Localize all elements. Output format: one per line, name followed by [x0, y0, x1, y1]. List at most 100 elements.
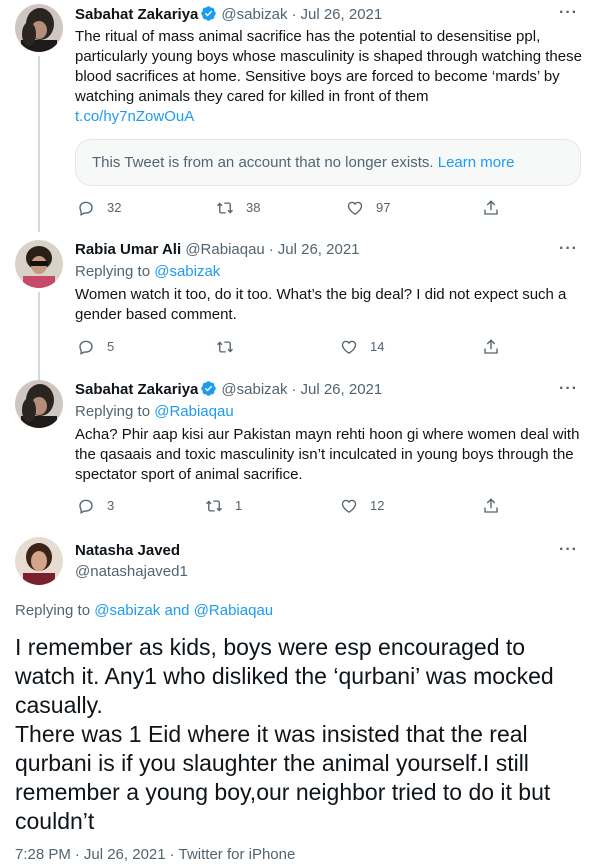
replying-to-link[interactable]: @Rabiaqau: [154, 403, 233, 420]
like-button[interactable]: 14: [340, 337, 384, 357]
more-dots-icon[interactable]: ···: [559, 541, 578, 559]
display-name[interactable]: Rabia Umar Ali: [75, 241, 181, 258]
heart-icon: [341, 499, 357, 514]
replying-and: and: [164, 602, 190, 619]
tweet-text: Women watch it too, do it too. What’s th…: [75, 286, 567, 323]
avatar-image: [15, 380, 63, 428]
handle[interactable]: @Rabiaqau: [185, 241, 264, 258]
replying-to-link[interactable]: @sabizak: [154, 263, 220, 280]
display-name[interactable]: Sabahat Zakariya: [75, 381, 198, 398]
separator: ·: [74, 846, 80, 863]
like-button[interactable]: 97: [346, 198, 390, 218]
thread-connector: [38, 292, 40, 380]
thread-connector: [38, 56, 40, 232]
replying-prefix: Replying to: [15, 602, 91, 619]
reply-bubble-icon: [79, 499, 93, 514]
handle[interactable]: @sabizak: [221, 381, 287, 398]
replying-to: Replying to @sabizak: [75, 262, 220, 282]
share-button[interactable]: [482, 198, 500, 218]
tweet-link[interactable]: t.co/hy7nZowOuA: [75, 108, 194, 125]
replying-to-link-2[interactable]: @Rabiaqau: [194, 602, 273, 619]
retweet-icon: [217, 341, 233, 353]
learn-more-link[interactable]: Learn more: [438, 154, 515, 171]
tweet-date[interactable]: Jul 26, 2021: [301, 6, 383, 23]
avatar-image: [15, 4, 63, 52]
more-dots-icon[interactable]: ···: [559, 4, 578, 22]
reply-bubble-icon: [79, 340, 93, 355]
reply-button[interactable]: 5: [77, 337, 114, 357]
avatar-natasha[interactable]: [15, 537, 63, 585]
separator: ·: [169, 846, 175, 863]
reply-count: 5: [107, 339, 115, 354]
avatar-sabahat[interactable]: [15, 380, 63, 428]
tweet-3[interactable]: Sabahat Zakariya @sabizak · Jul 26, 2021 ··…: [0, 372, 594, 527]
tweet-header: Rabia Umar Ali @Rabiaqau · Jul 26, 2021: [75, 240, 360, 260]
separator: ·: [291, 6, 297, 23]
tweet-date[interactable]: Jul 26, 2021: [84, 846, 166, 863]
main-tweet-text: I remember as kids, boys were esp encour…: [15, 633, 585, 836]
handle[interactable]: @natashajaved1: [75, 562, 188, 582]
share-button[interactable]: [482, 337, 500, 357]
retweet-icon: [206, 500, 222, 512]
display-name[interactable]: Sabahat Zakariya: [75, 6, 198, 23]
reply-button[interactable]: 3: [77, 496, 114, 516]
tweet-text: Acha? Phir aap kisi aur Pakistan mayn re…: [75, 426, 580, 483]
tweet-header: Sabahat Zakariya @sabizak · Jul 26, 2021: [75, 5, 382, 28]
more-dots-icon[interactable]: ···: [559, 380, 578, 398]
retweet-count: 38: [246, 200, 261, 215]
like-count: 14: [370, 339, 385, 354]
replying-prefix: Replying to: [75, 263, 151, 280]
tweet-actions: 32 38 97: [75, 198, 505, 218]
avatar-sabahat[interactable]: [15, 4, 63, 52]
heart-icon: [341, 340, 357, 355]
notice-text: This Tweet is from an account that no lo…: [92, 154, 434, 171]
replying-to-link-1[interactable]: @sabizak: [94, 602, 160, 619]
tweet-actions: 5 14: [75, 337, 505, 357]
share-button[interactable]: [482, 496, 500, 516]
separator: ·: [268, 241, 274, 258]
reply-bubble-icon: [79, 201, 93, 216]
like-count: 97: [376, 200, 391, 215]
tweet-text-content: The ritual of mass animal sacrifice has …: [75, 28, 582, 105]
reply-count: 3: [107, 498, 115, 513]
handle[interactable]: @sabizak: [221, 6, 287, 23]
tweet-source[interactable]: Twitter for iPhone: [179, 846, 296, 863]
retweet-button[interactable]: 38: [216, 198, 260, 218]
replying-to: Replying to @sabizak and @Rabiaqau: [15, 601, 273, 621]
verified-badge-icon: [200, 5, 217, 28]
retweet-button[interactable]: [216, 337, 246, 357]
main-tweet: Natasha Javed @natashajaved1 ··· Replyin…: [0, 527, 594, 865]
main-tweet-meta: 7:28 PM · Jul 26, 2021 · Twitter for iPhone: [15, 845, 295, 865]
unavailable-quote-notice: This Tweet is from an account that no lo…: [75, 139, 581, 186]
display-name[interactable]: Natasha Javed: [75, 541, 188, 561]
tweet-time[interactable]: 7:28 PM: [15, 846, 71, 863]
tweet-header: Sabahat Zakariya @sabizak · Jul 26, 2021: [75, 380, 382, 403]
retweet-icon: [217, 202, 233, 214]
like-button[interactable]: 12: [340, 496, 384, 516]
tweet-date[interactable]: Jul 26, 2021: [278, 241, 360, 258]
tweet-date[interactable]: Jul 26, 2021: [301, 381, 383, 398]
replying-prefix: Replying to: [75, 403, 151, 420]
reply-count: 32: [107, 200, 122, 215]
more-dots-icon[interactable]: ···: [559, 240, 578, 258]
separator: ·: [291, 381, 297, 398]
like-count: 12: [370, 498, 385, 513]
retweet-count: 1: [235, 498, 243, 513]
share-icon: [484, 339, 498, 354]
tweet-1[interactable]: Sabahat Zakariya @sabizak · Jul 26, 2021 ··…: [0, 0, 594, 232]
thread-connector: [38, 372, 40, 378]
verified-badge-icon: [200, 380, 217, 403]
tweet-2[interactable]: Rabia Umar Ali @Rabiaqau · Jul 26, 2021 ··…: [0, 232, 594, 380]
heart-icon: [347, 201, 363, 216]
avatar-image: [15, 240, 63, 288]
retweet-button[interactable]: 1: [205, 496, 242, 516]
main-tweet-author: Natasha Javed @natashajaved1: [75, 541, 188, 582]
share-icon: [484, 498, 498, 513]
tweet-actions: 3 1 12: [75, 496, 505, 516]
avatar-rabia[interactable]: [15, 240, 63, 288]
avatar-image: [15, 537, 63, 585]
share-icon: [484, 200, 498, 215]
tweet-text: The ritual of mass animal sacrifice has …: [75, 27, 585, 127]
main-tweet-paragraph-1: I remember as kids, boys were esp encour…: [15, 634, 554, 718]
reply-button[interactable]: 32: [77, 198, 121, 218]
